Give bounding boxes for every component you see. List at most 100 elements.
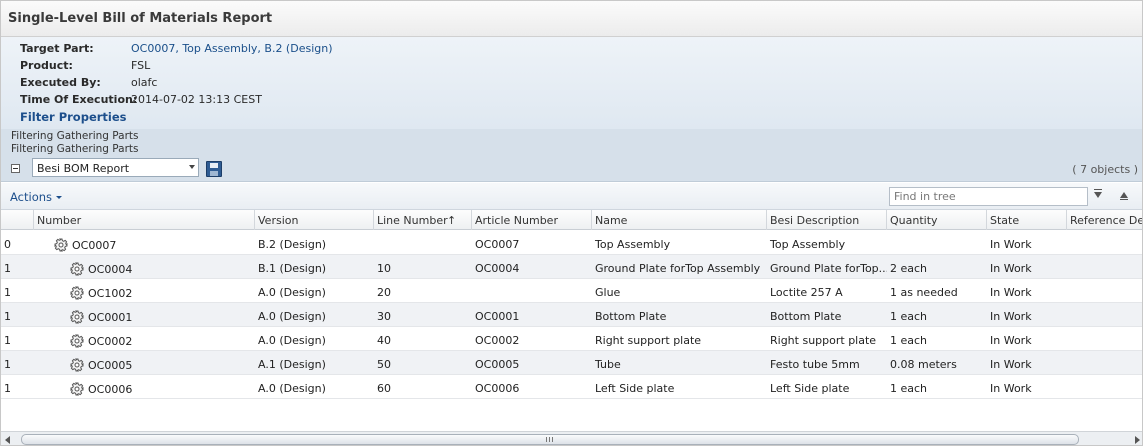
cell-desc-text: Bottom Plate <box>770 310 842 323</box>
cell-level: 1 <box>1 303 34 327</box>
cell-number: OC0004 <box>34 255 255 279</box>
table-row[interactable]: 1 OC0002 A.0 (Design) 40 OC0002 Right support… <box>1 327 1142 351</box>
horizontal-scrollbar[interactable] <box>1 431 1142 445</box>
grip-icon <box>546 437 553 442</box>
column-header-label: Name <box>595 214 628 227</box>
cell-version: B.2 (Design) <box>255 231 374 255</box>
cell-version: A.1 (Design) <box>255 351 374 375</box>
column-header-quantity[interactable]: Quantity <box>887 210 987 230</box>
cell-level: 1 <box>1 375 34 399</box>
table-row[interactable]: 1 OC1002 A.0 (Design) 20 Glue Loctite 257 A 1 … <box>1 279 1142 303</box>
cell-version: A.0 (Design) <box>255 327 374 351</box>
table-row[interactable]: 1 OC0001 A.0 (Design) 30 OC0001 Bottom Plate B… <box>1 303 1142 327</box>
table-row[interactable]: 0 OC0007 B.2 (Design) OC0007 Top Assembly Top… <box>1 231 1142 255</box>
find-in-tree-field[interactable] <box>889 187 1088 206</box>
table-row[interactable]: 1 OC0005 A.1 (Design) 50 OC0005 Tube Festo tub… <box>1 351 1142 375</box>
cell-article-text: OC0004 <box>475 262 520 275</box>
cell-version: B.1 (Design) <box>255 255 374 279</box>
cell-desc: Loctite 257 A <box>767 279 887 303</box>
cell-version: A.0 (Design) <box>255 375 374 399</box>
cell-desc-text: Right support plate <box>770 334 877 347</box>
column-header-level[interactable] <box>1 210 34 230</box>
actions-label: Actions <box>10 190 53 204</box>
cell-line: 10 <box>374 255 472 279</box>
cell-desc: Right support plate <box>767 327 887 351</box>
report-properties: Target Part: OC0007, Top Assembly, B.2 (… <box>1 37 1142 129</box>
cell-name: Tube <box>592 351 767 375</box>
cell-level-text: 1 <box>4 262 11 275</box>
column-header-label: State <box>990 214 1020 227</box>
cell-qty: 0.08 meters <box>887 351 987 375</box>
page-title: Single-Level Bill of Materials Report <box>8 11 273 26</box>
column-header-article-number[interactable]: Article Number <box>472 210 592 230</box>
cell-qty: 1 each <box>887 375 987 399</box>
cell-number-text[interactable]: OC0002 <box>88 335 132 348</box>
property-value: FSL <box>131 59 151 72</box>
cell-desc: Top Assembly <box>767 231 887 255</box>
report-type-select[interactable]: Besi BOM Report <box>32 158 199 177</box>
floppy-disk-icon[interactable] <box>206 161 222 177</box>
cell-version-text: A.0 (Design) <box>258 334 326 347</box>
cell-line-text: 60 <box>377 382 391 395</box>
report-type-value: Besi BOM Report <box>37 162 130 175</box>
cell-number: OC1002 <box>34 279 255 303</box>
property-executed-by: Executed By: olafc <box>20 76 620 93</box>
bom-report-window: Single-Level Bill of Materials Report Ta… <box>0 0 1143 446</box>
table-row[interactable]: 1 OC0006 A.0 (Design) 60 OC0006 Left Side pla… <box>1 375 1142 399</box>
cell-refdes <box>1067 279 1142 303</box>
scrollbar-thumb[interactable] <box>21 434 1079 445</box>
cell-number-text[interactable]: OC0005 <box>88 359 132 372</box>
cell-version-text: A.0 (Design) <box>258 382 326 395</box>
cell-level-text: 1 <box>4 334 11 347</box>
cell-level: 1 <box>1 279 34 303</box>
cell-state: In Work <box>987 327 1067 351</box>
column-header-number[interactable]: Number <box>34 210 255 230</box>
cell-number: OC0007 <box>34 231 255 255</box>
funnel-clear-icon[interactable] <box>1120 192 1128 200</box>
target-part-link[interactable]: OC0007, Top Assembly, B.2 (Design) <box>131 42 333 55</box>
column-header-label: Reference Des <box>1070 214 1143 227</box>
cell-article: OC0002 <box>472 327 592 351</box>
cell-name: Left Side plate <box>592 375 767 399</box>
cell-number-text[interactable]: OC0001 <box>88 311 132 324</box>
cell-article-text: OC0002 <box>475 334 520 347</box>
scroll-right-icon[interactable] <box>1135 436 1140 444</box>
table-toolbar: Actions <box>1 183 1142 210</box>
cell-line: 50 <box>374 351 472 375</box>
funnel-icon[interactable] <box>1094 189 1102 198</box>
column-header-line-number[interactable]: Line Number ↑ <box>374 210 472 230</box>
column-header-version[interactable]: Version <box>255 210 374 230</box>
object-count: ( 7 objects ) <box>1072 163 1138 176</box>
scroll-left-icon[interactable] <box>5 436 10 444</box>
cell-number-text[interactable]: OC1002 <box>88 287 132 300</box>
cell-state-text: In Work <box>990 286 1032 299</box>
cell-state: In Work <box>987 351 1067 375</box>
column-header-besi-description[interactable]: Besi Description <box>767 210 887 230</box>
column-header-state[interactable]: State <box>987 210 1067 230</box>
cell-line <box>374 231 472 255</box>
cell-desc-text: Festo tube 5mm <box>770 358 860 371</box>
cell-state: In Work <box>987 231 1067 255</box>
cell-qty: 1 each <box>887 303 987 327</box>
gear-icon <box>70 286 84 300</box>
cell-name-text: Tube <box>595 358 621 371</box>
cell-number-text[interactable]: OC0004 <box>88 263 132 276</box>
cell-name: Top Assembly <box>592 231 767 255</box>
cell-state-text: In Work <box>990 238 1032 251</box>
cell-state-text: In Work <box>990 262 1032 275</box>
actions-menu[interactable]: Actions <box>10 190 63 204</box>
table-row[interactable]: 1 OC0004 B.1 (Design) 10 OC0004 Ground Plate … <box>1 255 1142 279</box>
cell-number-text[interactable]: OC0006 <box>88 383 132 396</box>
cell-qty-text: 1 each <box>890 334 928 347</box>
find-in-tree-input[interactable] <box>890 188 1087 205</box>
column-header-reference-designator[interactable]: Reference Des <box>1067 210 1143 230</box>
cell-state-text: In Work <box>990 382 1032 395</box>
gear-icon <box>70 262 84 276</box>
cell-number: OC0001 <box>34 303 255 327</box>
cell-refdes <box>1067 375 1142 399</box>
minus-box-icon[interactable] <box>11 164 20 173</box>
column-header-name[interactable]: Name <box>592 210 767 230</box>
cell-number-text[interactable]: OC0007 <box>72 239 116 252</box>
filter-line: Filtering Gathering Parts <box>11 143 139 155</box>
cell-article <box>472 279 592 303</box>
